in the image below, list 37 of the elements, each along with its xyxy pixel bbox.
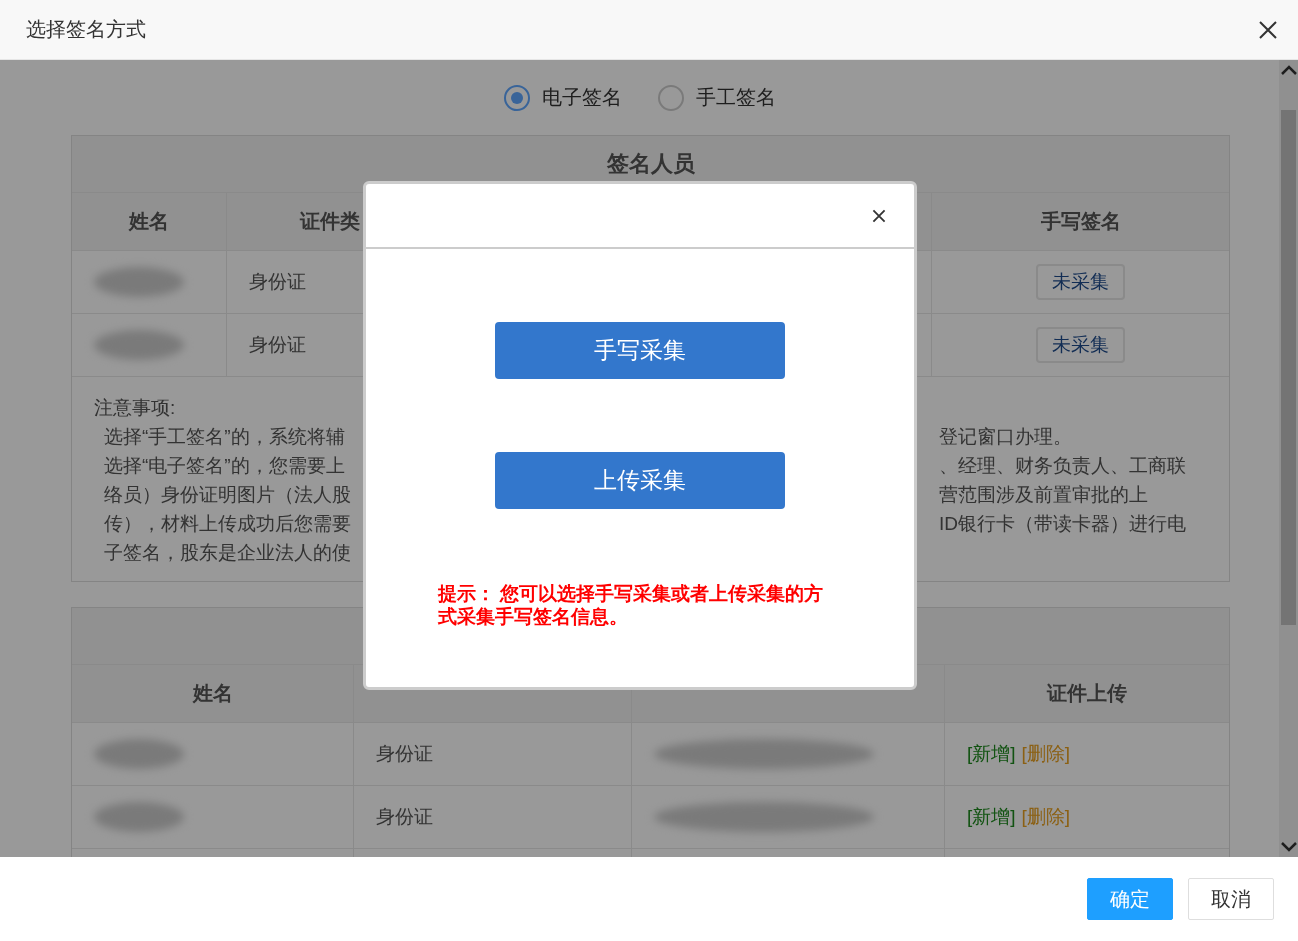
table-cell-text: 身份证 xyxy=(249,270,306,294)
notes-text: 、经理、财务负责人、工商联 xyxy=(939,455,1186,476)
status-button[interactable]: 未采集 xyxy=(1036,264,1125,300)
column-header: 手写签名 xyxy=(1039,209,1122,234)
radio-option[interactable]: 手工签名 xyxy=(657,84,776,111)
notes-text: ID银行卡（带读卡器）进行电 xyxy=(939,513,1186,534)
column-header: 姓名 xyxy=(192,681,233,706)
radio-option[interactable]: 电子签名 xyxy=(503,84,622,111)
column-header: 证件上传 xyxy=(1047,681,1127,706)
hint-text: 提示： 您可以选择手写采集或者上传采集的方式采集手写签名信息。 xyxy=(438,582,825,628)
notes-text: 营范围涉及前置审批的上 xyxy=(939,484,1148,505)
notes-text: 登记窗口办理。 xyxy=(939,426,1072,447)
notes-text: 络员）身份证明图片（法人股 xyxy=(104,484,351,505)
table-cell-text: 身份证 xyxy=(376,742,433,766)
confirm-button[interactable]: 确定 xyxy=(1087,878,1173,920)
cancel-button[interactable]: 取消 xyxy=(1188,878,1274,920)
column-header: 姓名 xyxy=(72,193,227,250)
close-icon[interactable] xyxy=(1258,19,1278,40)
table-cell-text: 身份证 xyxy=(376,805,433,829)
notes-text: 选择“电子签名”的，您需要上 xyxy=(104,455,345,476)
radio-circle[interactable] xyxy=(503,84,530,111)
collect-button[interactable]: 上传采集 xyxy=(495,452,785,509)
up-chevron-icon[interactable] xyxy=(1280,64,1297,76)
action-link[interactable]: [新增] xyxy=(967,741,1016,767)
close-icon[interactable] xyxy=(872,208,886,223)
notes-text: 子签名，股东是企业法人的使 xyxy=(104,542,351,563)
status-button[interactable]: 未采集 xyxy=(1036,327,1125,363)
window-title: 选择签名方式 xyxy=(26,17,146,42)
radio-circle[interactable] xyxy=(657,84,684,111)
scrollbar[interactable] xyxy=(1279,60,1298,857)
notes-text: 传），材料上传成功后您需要 xyxy=(104,513,351,534)
table-cell-text: 身份证 xyxy=(249,333,306,357)
collect-button[interactable]: 手写采集 xyxy=(495,322,785,379)
notes-text: 注意事项: xyxy=(94,397,176,418)
down-chevron-icon[interactable] xyxy=(1280,841,1297,853)
notes-text: 选择“手工签名”的，系统将辅 xyxy=(104,426,345,447)
action-link[interactable]: [新增] xyxy=(967,804,1016,830)
